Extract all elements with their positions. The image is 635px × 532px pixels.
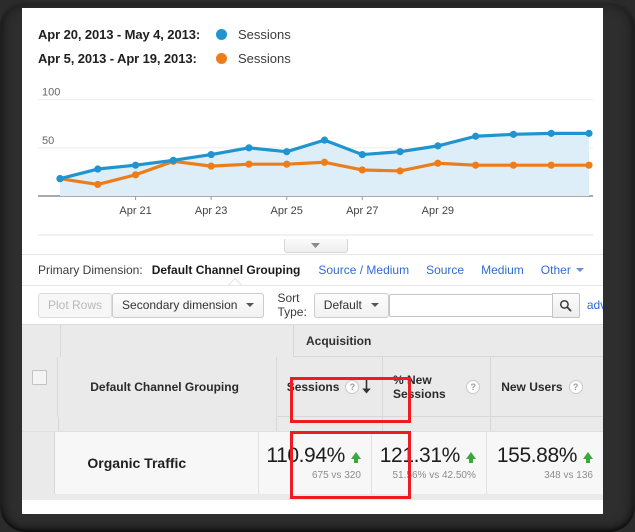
primary-dimension-active[interactable]: Default Channel Grouping [152, 263, 301, 277]
svg-text:Apr 27: Apr 27 [346, 205, 378, 217]
cell-new-sessions-comparison: 51.56% vs 42.50% [392, 470, 476, 481]
column-header-new-sessions-pct-label: % New Sessions [393, 372, 446, 401]
legend-metric-current: Sessions [238, 26, 291, 42]
group-header-dim-spacer [61, 325, 293, 357]
arrow-up-icon [350, 451, 361, 463]
cell-new-users-pct: 155.88% [496, 444, 578, 467]
svg-text:Apr 25: Apr 25 [271, 205, 303, 217]
legend-date-range-previous: Apr 5, 2013 - Apr 19, 2013: [38, 50, 197, 66]
device-frame: Apr 20, 2013 - May 4, 2013: Sessions Apr… [0, 0, 635, 532]
svg-text:Apr 23: Apr 23 [195, 205, 227, 217]
app-screen: Apr 20, 2013 - May 4, 2013: Sessions Apr… [22, 8, 603, 514]
legend-metric-previous: Sessions [238, 50, 291, 66]
table-search [388, 292, 580, 318]
primary-dimension-label: Primary Dimension: [38, 263, 143, 277]
table-header-gap [22, 417, 603, 431]
arrow-up-icon [583, 451, 593, 463]
search-input[interactable] [388, 293, 552, 317]
cell-sessions-change: 110.94% [266, 444, 361, 468]
arrow-down-icon [362, 379, 371, 393]
cell-new-users-change: 155.88% [497, 444, 593, 468]
column-header-new-users-label: New Users [501, 379, 563, 394]
cell-new-users-comparison: 348 vs 136 [544, 470, 593, 481]
search-button[interactable] [551, 292, 580, 318]
legend-color-dot-previous [216, 52, 227, 64]
sort-type-select[interactable]: Default [313, 292, 389, 318]
legend-row-previous: Apr 5, 2013 - Apr 19, 2013: Sessions [38, 46, 603, 70]
secondary-dimension-label: Secondary dimension [122, 298, 238, 312]
svg-text:Apr 29: Apr 29 [422, 205, 454, 217]
column-header-new-sessions-pct[interactable]: % New Sessions ? [382, 357, 491, 417]
cell-new-sessions-change: 121.31% [380, 444, 476, 468]
arrow-up-icon [465, 451, 476, 463]
sort-type-value: Default [323, 298, 362, 312]
cell-new-sessions-pct-value: 121.31% [379, 444, 461, 467]
column-header-sessions-label: Sessions [286, 379, 340, 394]
table-group-header-row: Acquisition [22, 325, 603, 357]
table-toolbar: Plot Rows Secondary dimension Sort Type:… [22, 285, 603, 324]
svg-text:100: 100 [42, 87, 60, 99]
acquisition-group-header: Acquisition [293, 325, 603, 357]
sort-type-label: Sort Type: [277, 291, 307, 319]
chart-canvas: 50 100 Apr 21 Apr 23 Apr 25 Apr 27 Apr 29 [38, 87, 593, 236]
help-icon[interactable]: ? [466, 379, 481, 394]
legend-row-current: Apr 20, 2013 - May 4, 2013: Sessions [38, 22, 603, 46]
cell-sessions-pct: 110.94% [266, 444, 345, 467]
table-row[interactable]: Organic Traffic 110.94% 675 vs 320 121.3… [22, 431, 603, 494]
table-column-header-row: Default Channel Grouping Sessions ? % Ne… [22, 357, 603, 417]
cell-sessions: 110.94% 675 vs 320 [257, 432, 371, 494]
plot-rows-button[interactable]: Plot Rows [38, 292, 113, 318]
dimension-column-header[interactable]: Default Channel Grouping [58, 357, 275, 417]
svg-text:50: 50 [42, 135, 54, 147]
primary-dimension-source[interactable]: Source [426, 263, 464, 277]
column-header-new-users[interactable]: New Users ? [490, 357, 603, 417]
cell-new-users: 155.88% 348 vs 136 [485, 432, 603, 494]
acquisition-table: Acquisition Default Channel Grouping Ses… [22, 324, 603, 500]
chevron-down-icon [575, 268, 584, 272]
primary-dimension-source-medium[interactable]: Source / Medium [318, 263, 409, 277]
chevron-down-icon [246, 303, 255, 307]
cell-new-sessions-pct: 121.31% 51.56% vs 42.50% [370, 432, 486, 494]
select-all-cell [22, 357, 59, 417]
sort-descending-icon[interactable] [361, 379, 372, 395]
svg-text:Apr 21: Apr 21 [119, 205, 151, 217]
secondary-dimension-button[interactable]: Secondary dimension [112, 292, 265, 318]
primary-dimension-medium[interactable]: Medium [481, 263, 524, 277]
cell-sessions-comparison: 675 vs 320 [311, 470, 361, 481]
primary-dimension-bar: Primary Dimension: Default Channel Group… [22, 254, 603, 286]
chevron-down-icon [311, 243, 320, 248]
group-header-check-spacer [22, 325, 61, 357]
help-icon[interactable]: ? [568, 379, 583, 394]
table-footer-strip [22, 494, 603, 500]
legend-color-dot-current [216, 28, 227, 40]
row-select-cell[interactable] [22, 432, 56, 494]
chevron-down-icon [370, 303, 379, 307]
primary-dimension-other[interactable]: Other [541, 263, 571, 277]
sessions-line-chart[interactable]: 50 100 Apr 21 Apr 23 Apr 25 Apr 27 Apr 29 [38, 80, 593, 253]
select-all-checkbox[interactable] [32, 370, 48, 385]
column-header-sessions[interactable]: Sessions ? [275, 357, 383, 417]
search-icon [560, 299, 572, 312]
row-dimension-value[interactable]: Organic Traffic [55, 432, 258, 494]
advanced-filter-link[interactable]: adv [587, 298, 603, 312]
help-icon[interactable]: ? [345, 379, 360, 394]
chart-legend: Apr 20, 2013 - May 4, 2013: Sessions Apr… [22, 8, 603, 76]
chart-collapse-toggle[interactable] [283, 239, 348, 253]
legend-date-range-current: Apr 20, 2013 - May 4, 2013: [38, 26, 201, 42]
